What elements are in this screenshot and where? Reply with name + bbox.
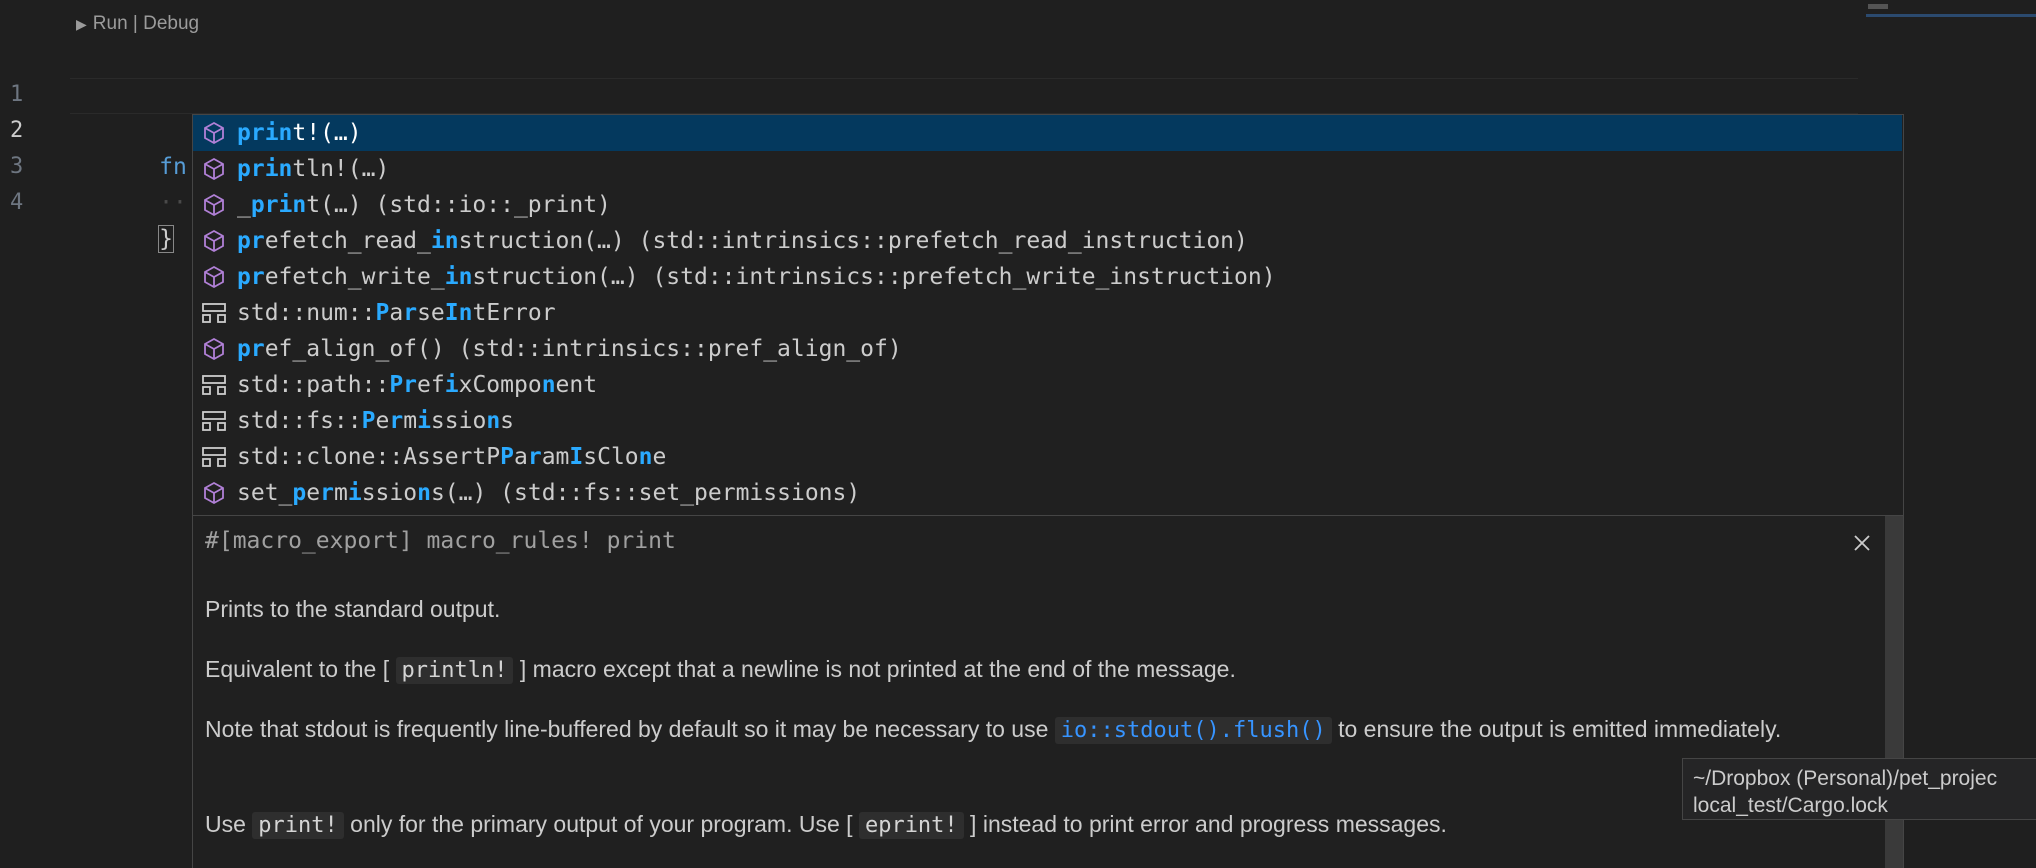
doc-code: print!	[252, 812, 344, 839]
method-icon	[199, 190, 229, 220]
method-icon	[199, 154, 229, 184]
struct-icon	[199, 406, 229, 436]
code-line[interactable]: 1 fn·main()·{	[0, 41, 1860, 181]
tooltip-line: local_test/Cargo.lock	[1693, 794, 1888, 817]
struct-icon	[199, 442, 229, 472]
code-editor[interactable]: ▶ Run | Debug 1 fn·main()·{ 2 ····prin 3…	[0, 0, 2036, 868]
struct-icon	[199, 298, 229, 328]
struct-icon	[199, 370, 229, 400]
suggest-item[interactable]: pref_align_of() (std::intrinsics::pref_a…	[193, 331, 1902, 367]
codelens-run-debug[interactable]: ▶ Run | Debug	[76, 12, 199, 36]
close-brace: }	[158, 225, 174, 253]
doc-code: println!	[395, 657, 514, 684]
doc-signature: #[macro_export] macro_rules! print	[205, 528, 676, 554]
suggest-item-label: pref_align_of()	[237, 336, 445, 362]
suggest-item-label: println!(…)	[237, 156, 390, 182]
suggest-item[interactable]: prefetch_write_instruction(…) (std::intr…	[193, 259, 1902, 295]
codelens-label[interactable]: Run | Debug	[93, 13, 199, 35]
suggest-item[interactable]: std::clone::AssertPParamIsClone	[193, 439, 1902, 475]
doc-paragraph: Equivalent to the [ println! ] macro exc…	[205, 656, 1236, 684]
suggest-widget[interactable]: print!(…)println!(…)_print(…) (std::io::…	[192, 114, 1904, 516]
suggest-item-label: std::num::ParseIntError	[237, 300, 556, 326]
suggest-item-detail: (std::io::_print)	[361, 192, 611, 218]
suggest-item-label: print!(…)	[237, 120, 362, 146]
suggest-item-detail: (std::intrinsics::pref_align_of)	[444, 336, 902, 362]
doc-code: eprint!	[858, 812, 964, 839]
suggest-item[interactable]: std::fs::Permissions	[193, 403, 1902, 439]
suggest-item[interactable]: println!(…)	[193, 151, 1902, 187]
doc-paragraph: Prints to the standard output.	[205, 596, 501, 622]
suggest-item-label: std::path::PrefixComponent	[237, 372, 598, 398]
close-icon[interactable]	[1849, 530, 1875, 556]
suggest-item[interactable]: prefetch_read_instruction(…) (std::intri…	[193, 223, 1902, 259]
doc-code-link[interactable]: io::stdout().flush()	[1054, 717, 1332, 744]
suggest-item-detail: (std::fs::set_permissions)	[486, 480, 861, 506]
suggest-item[interactable]: set_permissions(…) (std::fs::set_permiss…	[193, 475, 1902, 511]
suggest-item[interactable]: print!(…)	[193, 115, 1902, 151]
file-path-tooltip: ~/Dropbox (Personal)/pet_projec local_te…	[1682, 758, 2036, 820]
line-number: 4	[10, 190, 24, 215]
code-line[interactable]: 2 ····prin	[0, 77, 1860, 218]
suggest-item-detail: (std::intrinsics::prefetch_write_instruc…	[638, 264, 1276, 290]
method-icon	[199, 334, 229, 364]
tooltip-line: ~/Dropbox (Personal)/pet_projec	[1693, 767, 1998, 790]
suggest-item-label: prefetch_read_instruction(…)	[237, 228, 625, 254]
suggest-item[interactable]: std::num::ParseIntError	[193, 295, 1902, 331]
suggest-item-label: _print(…)	[237, 192, 362, 218]
suggest-details-panel: #[macro_export] macro_rules! print Print…	[192, 515, 1904, 868]
method-icon	[199, 226, 229, 256]
method-icon	[199, 262, 229, 292]
play-icon: ▶	[76, 15, 87, 32]
suggest-item-label: set_permissions(…)	[237, 480, 487, 506]
suggest-item[interactable]: _print(…) (std::io::_print)	[193, 187, 1902, 223]
suggest-item-label: std::fs::Permissions	[237, 408, 515, 434]
minimap-slider[interactable]	[1866, 8, 2036, 17]
doc-paragraph: Use print! only for the primary output o…	[205, 811, 1447, 839]
suggest-item-label: prefetch_write_instruction(…)	[237, 264, 639, 290]
method-icon	[199, 118, 229, 148]
suggest-item-detail: (std::intrinsics::prefetch_read_instruct…	[624, 228, 1248, 254]
doc-paragraph: Note that stdout is frequently line-buff…	[205, 716, 1782, 744]
method-icon	[199, 478, 229, 508]
suggest-item-label: std::clone::AssertPParamIsClone	[237, 444, 667, 470]
suggest-item[interactable]: std::path::PrefixComponent	[193, 367, 1902, 403]
